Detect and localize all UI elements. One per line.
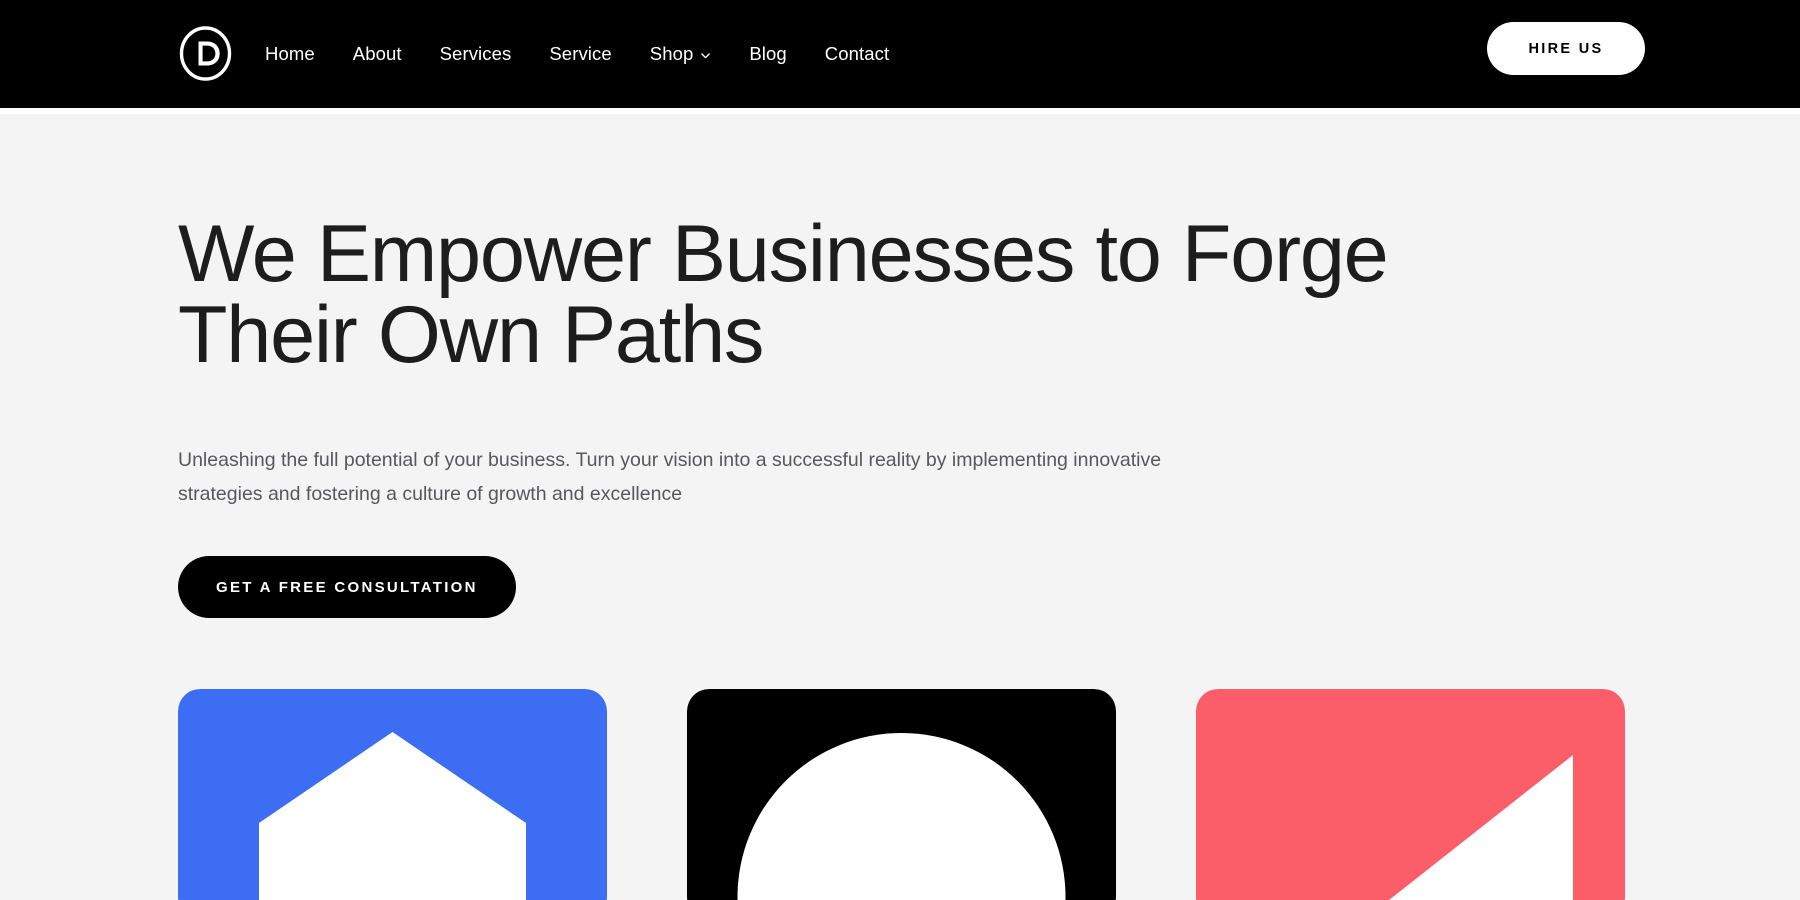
hero-section: We Empower Businesses to Forge Their Own… — [0, 114, 1800, 900]
nav-label: Shop — [649, 42, 694, 64]
header-inner: Home About Services Service Shop Blog Co… — [0, 0, 1800, 108]
site-header: Home About Services Service Shop Blog Co… — [0, 0, 1800, 108]
main-navigation: Home About Services Service Shop Blog Co… — [265, 0, 908, 108]
get-free-consultation-button[interactable]: Get a Free Consultation — [178, 556, 516, 618]
feature-card-circle[interactable] — [687, 689, 1116, 900]
page-title: We Empower Businesses to Forge Their Own… — [178, 214, 1598, 376]
nav-item-contact[interactable]: Contact — [806, 42, 908, 64]
hero-subtitle: Unleashing the full potential of your bu… — [178, 449, 1162, 505]
header-underline — [0, 108, 1800, 114]
nav-item-about[interactable]: About — [334, 42, 421, 64]
nav-label: Service — [549, 42, 612, 64]
chevron-down-icon[interactable] — [700, 50, 711, 61]
nav-item-blog[interactable]: Blog — [730, 42, 805, 64]
feature-card-pentagon[interactable] — [178, 689, 607, 900]
landing-page: Home About Services Service Shop Blog Co… — [0, 0, 1800, 900]
nav-item-service[interactable]: Service — [530, 42, 630, 64]
nav-label: About — [352, 42, 402, 64]
nav-label: Home — [265, 42, 315, 64]
nav-item-services[interactable]: Services — [421, 42, 531, 64]
nav-label: Services — [439, 42, 512, 64]
nav-label: Blog — [749, 42, 787, 64]
page-title-line-1: We Empower Businesses to Forge — [178, 209, 1389, 299]
feature-card-triangle[interactable] — [1196, 689, 1625, 900]
divi-logo-icon[interactable] — [178, 26, 233, 81]
feature-cards-row — [178, 689, 1626, 900]
page-title-line-2: Their Own Paths — [178, 290, 764, 380]
hire-us-button[interactable]: Hire Us — [1487, 22, 1645, 75]
nav-item-shop[interactable]: Shop — [631, 42, 731, 64]
nav-label: Contact — [824, 42, 890, 64]
nav-item-home[interactable]: Home — [265, 42, 334, 64]
